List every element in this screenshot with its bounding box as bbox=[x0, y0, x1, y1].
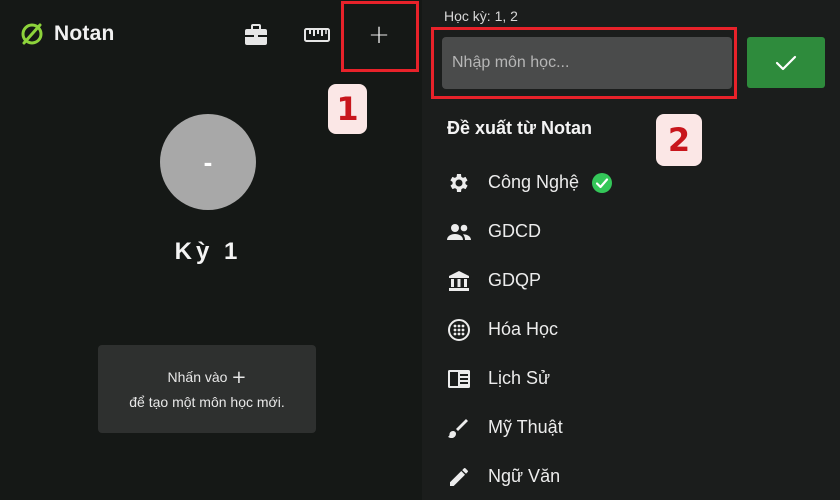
suggestion-item-my-thuat[interactable]: Mỹ Thuật bbox=[445, 403, 825, 452]
suggestion-item-gdqp[interactable]: GDQP bbox=[445, 256, 825, 305]
suggestion-label: Ngữ Văn bbox=[488, 466, 561, 486]
institution-icon bbox=[445, 267, 473, 295]
book-icon bbox=[445, 365, 473, 393]
suggestion-label: GDQP bbox=[488, 270, 542, 290]
suggestion-item-lich-su[interactable]: Lịch Sử bbox=[445, 354, 825, 403]
ruler-button[interactable] bbox=[303, 24, 331, 46]
hint-line-2: để tạo một môn học mới. bbox=[129, 394, 285, 410]
suggestion-label: Mỹ Thuật bbox=[488, 417, 563, 437]
pencil-icon bbox=[445, 463, 473, 491]
notan-logo-icon bbox=[21, 23, 43, 45]
empty-hint-card: Nhấn vào + để tạo một môn học mới. bbox=[98, 345, 316, 433]
dots-circle-icon bbox=[445, 316, 473, 344]
highlight-box-input bbox=[431, 27, 737, 99]
app-name: Notan bbox=[54, 22, 115, 45]
suggestion-label: Lịch Sử bbox=[488, 368, 551, 388]
check-icon bbox=[775, 55, 797, 70]
suggestion-item-ngu-van[interactable]: Ngữ Văn bbox=[445, 452, 825, 500]
suggestion-item-gdcd[interactable]: GDCD bbox=[445, 207, 825, 256]
confirm-button[interactable] bbox=[747, 37, 825, 88]
semester-title: Kỳ 1 bbox=[174, 238, 242, 265]
app-brand: Notan bbox=[20, 22, 115, 46]
selected-check-icon bbox=[592, 172, 613, 193]
brush-icon bbox=[445, 414, 473, 442]
semester-avatar[interactable]: - bbox=[160, 114, 256, 210]
toolbox-icon bbox=[245, 24, 267, 45]
plus-icon: + bbox=[231, 367, 247, 388]
suggestion-label: Hóa Học bbox=[488, 319, 559, 339]
people-icon bbox=[445, 218, 473, 246]
suggestion-label: GDCD bbox=[488, 221, 541, 241]
suggestion-list: Công Nghệ GDCD GDQP Hóa Học Lịch Sử Mỹ T… bbox=[445, 158, 825, 500]
suggestion-item-cong-nghe[interactable]: Công Nghệ bbox=[445, 158, 825, 207]
highlight-box-add bbox=[341, 1, 419, 72]
suggestion-item-hoa-hoc[interactable]: Hóa Học bbox=[445, 305, 825, 354]
ruler-icon bbox=[304, 28, 330, 42]
toolbox-button[interactable] bbox=[242, 22, 270, 48]
hint-line-1: Nhấn vào + bbox=[167, 367, 247, 388]
term-label: Học kỳ: 1, 2 bbox=[444, 8, 518, 24]
suggestion-label: Công Nghệ bbox=[488, 172, 580, 192]
gear-icon bbox=[445, 169, 473, 197]
step-badge-1: 1 bbox=[328, 84, 367, 134]
suggestions-title: Đề xuất từ Notan bbox=[447, 118, 593, 138]
